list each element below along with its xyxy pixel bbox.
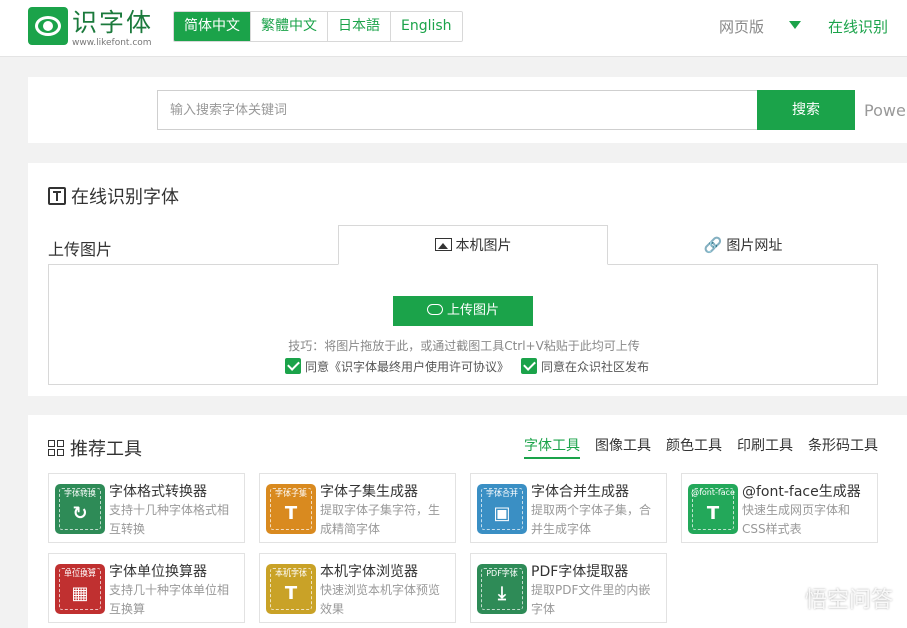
tab-font-tools[interactable]: 字体工具 xyxy=(524,435,580,459)
tab-color-tools[interactable]: 颜色工具 xyxy=(666,435,722,459)
site-logo[interactable]: 识字体 www.likefont.com xyxy=(28,7,158,48)
tool-desc: 提取字体子集字符，生成精简字体 xyxy=(320,503,441,536)
tool-card-font-face-generator[interactable]: @font-face T @font-face生成器 快速生成网页字体和CSS样式… xyxy=(681,473,878,543)
tool-desc: 快速生成网页字体和CSS样式表 xyxy=(742,503,851,536)
tool-desc: 提取两个字体子集，合并生成字体 xyxy=(531,503,652,536)
font-face-icon: @font-face T xyxy=(688,484,738,534)
tool-name: PDF字体提取器 xyxy=(531,564,629,580)
font-merge-icon: 字体合并 ▣ xyxy=(477,484,527,534)
tool-desc: 快速浏览本机字体预览效果 xyxy=(320,583,441,616)
link-icon: 🔗 xyxy=(703,236,723,254)
tool-name: 字体单位换算器 xyxy=(109,564,207,580)
cloud-upload-icon xyxy=(426,304,443,315)
tool-desc: 提取PDF文件里的内嵌字体 xyxy=(531,583,651,616)
upload-label: 上传图片 xyxy=(48,240,113,259)
search-panel: 搜索 Powe xyxy=(28,77,907,143)
web-version-link[interactable]: 网页版 xyxy=(719,16,764,37)
logo-url: www.likefont.com xyxy=(72,38,152,48)
tab-barcode-tools[interactable]: 条形码工具 xyxy=(808,435,878,459)
tab-local-image[interactable]: 本机图片 xyxy=(338,225,608,265)
lang-japanese[interactable]: 日本語 xyxy=(327,12,390,41)
tool-card-local-font-browser[interactable]: 本机字体 T 本机字体浏览器 快速浏览本机字体预览效果 xyxy=(259,553,456,623)
tool-card-format-converter[interactable]: 字体转换 ↻ 字体格式转换器 支持十几种字体格式相互转换 xyxy=(48,473,245,543)
image-icon xyxy=(434,238,452,251)
lang-simplified-chinese[interactable]: 简体中文 xyxy=(174,12,250,41)
upload-image-button-label: 上传图片 xyxy=(446,303,499,318)
tool-name: 本机字体浏览器 xyxy=(320,564,418,580)
pdf-font-icon: PDF字体 ⤓ xyxy=(477,564,527,614)
watermark-text: 悟空问答 xyxy=(804,588,893,613)
tool-name: 字体格式转换器 xyxy=(109,484,207,500)
eye-logo-icon xyxy=(28,7,68,45)
tool-card-unit-converter[interactable]: 单位换算 ▦ 字体单位换算器 支持几十种字体单位相互换算 xyxy=(48,553,245,623)
checkbox-checked-icon[interactable] xyxy=(521,358,538,374)
tool-card-merge-generator[interactable]: 字体合并 ▣ 字体合并生成器 提取两个字体子集，合并生成字体 xyxy=(470,473,667,543)
lang-traditional-chinese[interactable]: 繁體中文 xyxy=(250,12,327,41)
recognize-panel: 在线识别字体 上传图片 本机图片 🔗 图片网址 上传图片 技巧：将图片拖放于此，或… xyxy=(28,163,907,396)
font-subset-icon: 字体子集 T xyxy=(266,484,316,534)
agree-publish-label: 同意在众识社区发布 xyxy=(541,359,650,374)
upload-image-button[interactable]: 上传图片 xyxy=(393,296,533,326)
online-recognize-link[interactable]: 在线识别 xyxy=(828,16,888,37)
powered-by-text: Powe xyxy=(864,101,906,120)
tab-image-tools[interactable]: 图像工具 xyxy=(595,435,651,459)
tab-image-url-label: 图片网址 xyxy=(726,238,783,254)
text-recognize-icon xyxy=(48,187,66,205)
recognize-title: 在线识别字体 xyxy=(48,183,179,209)
logo-name: 识字体 xyxy=(72,8,154,37)
tool-name: @font-face生成器 xyxy=(742,484,861,500)
local-font-icon: 本机字体 T xyxy=(266,564,316,614)
agree-publish-checkbox[interactable]: 同意在众识社区发布 xyxy=(521,358,649,375)
checkbox-checked-icon[interactable] xyxy=(285,358,301,374)
tool-name: 字体合并生成器 xyxy=(531,484,629,500)
calculator-icon: 单位换算 ▦ xyxy=(55,564,105,614)
image-drop-area[interactable]: 上传图片 技巧：将图片拖放于此，或通过截图工具Ctrl+V粘贴于此均可上传 同意… xyxy=(48,264,878,385)
recommended-tools-panel: 推荐工具 字体工具 图像工具 颜色工具 印刷工具 条形码工具 字体转换 ↻ 字体格… xyxy=(28,415,907,628)
search-button[interactable]: 搜索 xyxy=(757,90,855,130)
tool-card-subset-generator[interactable]: 字体子集 T 字体子集生成器 提取字体子集字符，生成精简字体 xyxy=(259,473,456,543)
recognize-title-text: 在线识别字体 xyxy=(71,187,179,208)
tools-title: 推荐工具 xyxy=(48,435,142,461)
tool-desc: 支持几十种字体单位相互换算 xyxy=(109,583,230,616)
tool-categories: 字体工具 图像工具 颜色工具 印刷工具 条形码工具 xyxy=(524,435,893,459)
top-header: 识字体 www.likefont.com 简体中文 繁體中文 日本語 Engli… xyxy=(0,0,907,57)
chevron-down-icon[interactable] xyxy=(789,21,801,29)
agreement-row: 同意《识字体最终用户使用许可协议》 同意在众识社区发布 xyxy=(285,356,661,376)
tool-desc: 支持十几种字体格式相互转换 xyxy=(109,503,230,536)
tools-title-text: 推荐工具 xyxy=(70,439,142,460)
tab-local-image-label: 本机图片 xyxy=(455,238,512,254)
font-convert-icon: 字体转换 ↻ xyxy=(55,484,105,534)
search-input[interactable] xyxy=(157,90,757,130)
agree-license-checkbox[interactable]: 同意《识字体最终用户使用许可协议》 xyxy=(285,358,509,375)
lang-english[interactable]: English xyxy=(390,12,462,41)
tab-print-tools[interactable]: 印刷工具 xyxy=(737,435,793,459)
language-switcher: 简体中文 繁體中文 日本語 English xyxy=(173,11,463,42)
agree-license-label: 同意《识字体最终用户使用许可协议》 xyxy=(305,359,510,374)
grid-icon xyxy=(48,439,65,457)
tool-card-pdf-font-extractor[interactable]: PDF字体 ⤓ PDF字体提取器 提取PDF文件里的内嵌字体 xyxy=(470,553,667,623)
tool-name: 字体子集生成器 xyxy=(320,484,418,500)
upload-tip: 技巧：将图片拖放于此，或通过截图工具Ctrl+V粘贴于此均可上传 xyxy=(288,339,640,353)
tab-image-url[interactable]: 🔗 图片网址 xyxy=(608,225,878,265)
